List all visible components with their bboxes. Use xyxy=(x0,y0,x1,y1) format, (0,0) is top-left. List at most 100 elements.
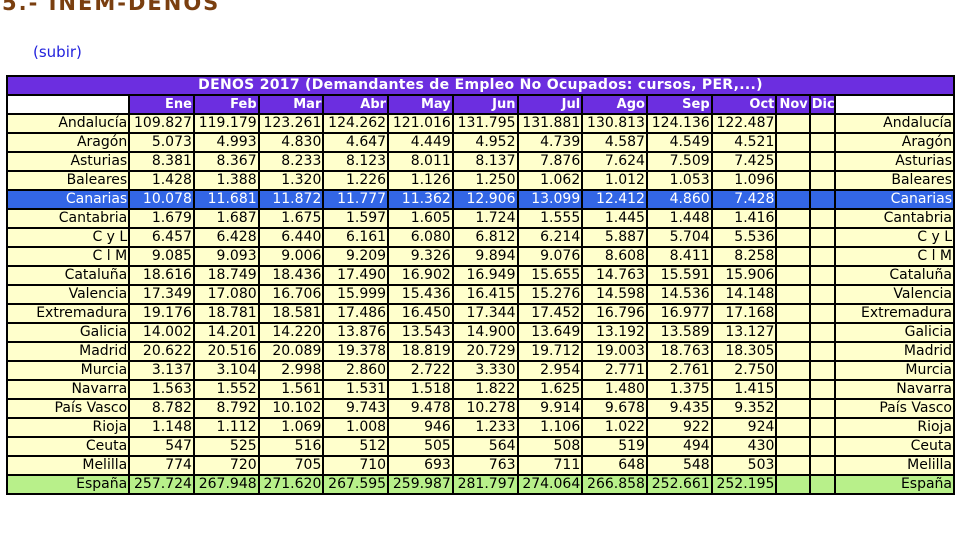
table-row[interactable]: Asturias 8.381 8.367 8.233 8.123 8.011 8.137 7.… xyxy=(8,153,953,170)
table-row[interactable]: Cataluña 18.616 18.749 18.436 17.490 16.902 16… xyxy=(8,267,953,284)
value-cell: 1.428 xyxy=(130,172,193,189)
table-row[interactable]: Extremadura 19.176 18.781 18.581 17.486 16.45… xyxy=(8,305,953,322)
table-row[interactable]: Ceuta 547 525 516 512 505 564 508 519 494 430 Ceuta xyxy=(8,438,953,455)
value-cell: 17.486 xyxy=(324,305,388,322)
value-cell xyxy=(777,115,809,132)
table-row[interactable]: Valencia 17.349 17.080 16.706 15.999 15.436 16… xyxy=(8,286,953,303)
table-row[interactable]: Galicia 14.002 14.201 14.220 13.876 13.543 14.… xyxy=(8,324,953,341)
value-cell: 2.750 xyxy=(712,362,776,379)
value-cell: 3.137 xyxy=(130,362,193,379)
value-cell: 19.712 xyxy=(518,343,582,360)
value-cell xyxy=(777,172,809,189)
table-row[interactable]: España 257.724 267.948 271.620 267.595 259.98… xyxy=(8,476,953,493)
value-cell: 18.819 xyxy=(389,343,452,360)
value-cell: 7.876 xyxy=(518,153,582,170)
table-row[interactable]: Navarra 1.563 1.552 1.561 1.531 1.518 1.822 1.6… xyxy=(8,381,953,398)
value-cell: 1.518 xyxy=(389,381,452,398)
value-cell xyxy=(810,343,834,360)
value-cell: 15.436 xyxy=(389,286,452,303)
value-cell: 15.655 xyxy=(518,267,582,284)
table-row[interactable]: Madrid 20.622 20.516 20.089 19.378 18.819 20.7… xyxy=(8,343,953,360)
value-cell: 18.781 xyxy=(194,305,258,322)
value-cell: 13.192 xyxy=(583,324,646,341)
value-cell: 2.954 xyxy=(518,362,582,379)
value-cell xyxy=(777,362,809,379)
value-cell: 1.675 xyxy=(259,210,323,227)
value-cell: 1.320 xyxy=(259,172,323,189)
value-cell: 9.076 xyxy=(518,248,582,265)
table-row[interactable]: Cantabria 1.679 1.687 1.675 1.597 1.605 1.724 1… xyxy=(8,210,953,227)
value-cell: 267.595 xyxy=(324,476,388,493)
value-cell: 774 xyxy=(130,457,193,474)
value-cell: 1.106 xyxy=(518,419,582,436)
region-label: Andalucía xyxy=(8,115,129,132)
value-cell: 266.858 xyxy=(583,476,646,493)
value-cell: 16.450 xyxy=(389,305,452,322)
value-cell: 257.724 xyxy=(130,476,193,493)
region-label: Cataluña xyxy=(8,267,129,284)
value-cell: 13.127 xyxy=(712,324,776,341)
region-label: Asturias xyxy=(8,153,129,170)
value-cell: 710 xyxy=(324,457,388,474)
region-label: C l M xyxy=(8,248,129,265)
value-cell xyxy=(810,381,834,398)
value-cell: 11.681 xyxy=(194,191,258,208)
table-row[interactable]: Aragón 5.073 4.993 4.830 4.647 4.449 4.952 4.73… xyxy=(8,134,953,151)
value-cell: 4.449 xyxy=(389,134,452,151)
value-cell: 1.022 xyxy=(583,419,646,436)
table-row[interactable]: C l M 9.085 9.093 9.006 9.209 9.326 9.894 9.076… xyxy=(8,248,953,265)
region-label-right: Aragón xyxy=(835,134,953,151)
table-row[interactable]: Rioja 1.148 1.112 1.069 1.008 946 1.233 1.106 1.… xyxy=(8,419,953,436)
month-header: Ago xyxy=(583,96,646,113)
month-header: Abr xyxy=(324,96,388,113)
value-cell: 5.536 xyxy=(712,229,776,246)
value-cell: 494 xyxy=(647,438,711,455)
value-cell: 763 xyxy=(453,457,517,474)
value-cell: 548 xyxy=(647,457,711,474)
table-row[interactable]: C y L 6.457 6.428 6.440 6.161 6.080 6.812 6.214… xyxy=(8,229,953,246)
value-cell xyxy=(810,457,834,474)
value-cell: 8.381 xyxy=(130,153,193,170)
value-cell: 2.771 xyxy=(583,362,646,379)
region-label: Canarias xyxy=(8,191,129,208)
value-cell: 8.137 xyxy=(453,153,517,170)
value-cell xyxy=(777,457,809,474)
value-cell: 14.763 xyxy=(583,267,646,284)
value-cell: 3.330 xyxy=(453,362,517,379)
value-cell: 1.480 xyxy=(583,381,646,398)
value-cell: 9.209 xyxy=(324,248,388,265)
value-cell: 130.813 xyxy=(583,115,646,132)
month-header: Dic xyxy=(810,96,834,113)
value-cell: 1.679 xyxy=(130,210,193,227)
table-row[interactable]: Canarias 10.078 11.681 11.872 11.777 11.362 12… xyxy=(8,191,953,208)
value-cell: 648 xyxy=(583,457,646,474)
region-label-right: Andalucía xyxy=(835,115,953,132)
table-row[interactable]: Melilla 774 720 705 710 693 763 711 648 548 503 Mel… xyxy=(8,457,953,474)
value-cell: 131.795 xyxy=(453,115,517,132)
region-label-right: Canarias xyxy=(835,191,953,208)
region-label-right: Rioja xyxy=(835,419,953,436)
value-cell xyxy=(810,267,834,284)
subir-link[interactable]: (subir) xyxy=(33,43,82,61)
table-row[interactable]: Baleares 1.428 1.388 1.320 1.226 1.126 1.250 1.… xyxy=(8,172,953,189)
value-cell: 8.258 xyxy=(712,248,776,265)
table-row[interactable]: Murcia 3.137 3.104 2.998 2.860 2.722 3.330 2.95… xyxy=(8,362,953,379)
value-cell: 1.096 xyxy=(712,172,776,189)
value-cell: 17.168 xyxy=(712,305,776,322)
value-cell: 12.906 xyxy=(453,191,517,208)
value-cell: 9.914 xyxy=(518,400,582,417)
value-cell: 1.012 xyxy=(583,172,646,189)
value-cell: 16.949 xyxy=(453,267,517,284)
table-row[interactable]: Andalucía 109.827 119.179 123.261 124.262 121… xyxy=(8,115,953,132)
region-label: Melilla xyxy=(8,457,129,474)
value-cell: 4.739 xyxy=(518,134,582,151)
value-cell: 1.062 xyxy=(518,172,582,189)
value-cell: 109.827 xyxy=(130,115,193,132)
value-cell: 13.589 xyxy=(647,324,711,341)
value-cell: 18.581 xyxy=(259,305,323,322)
region-label-right: España xyxy=(835,476,953,493)
value-cell xyxy=(777,400,809,417)
table-row[interactable]: País Vasco 8.782 8.792 10.102 9.743 9.478 10.2… xyxy=(8,400,953,417)
value-cell: 1.126 xyxy=(389,172,452,189)
month-header: Jun xyxy=(453,96,517,113)
